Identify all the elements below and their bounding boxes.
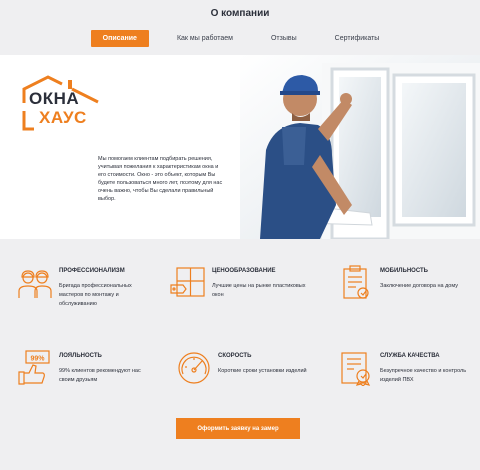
company-logo: ОКНА ХАУС — [18, 75, 102, 133]
feature-title: СЛУЖБА КАЧЕСТВА — [380, 353, 440, 359]
hero-section: ОКНА ХАУС Мы помогаем клиентам подбирать… — [0, 55, 480, 239]
feature-loyalty: 99% ЛОЯЛЬНОСТЬ 99% клиентов рекомендуют … — [17, 350, 167, 410]
tab-bar: Описание Как мы работаем Отзывы Сертифик… — [0, 30, 480, 47]
loyalty-badge: 99% — [30, 356, 45, 363]
tab-how-we-work[interactable]: Как мы работаем — [167, 31, 243, 46]
tab-description[interactable]: Описание — [90, 30, 149, 47]
feature-title: ЦЕНООБРАЗОВАНИЕ — [212, 268, 276, 274]
logo-line1: ОКНА — [29, 89, 80, 108]
feature-quality: СЛУЖБА КАЧЕСТВА Безупречное качество и к… — [338, 350, 480, 410]
speedometer-icon — [178, 352, 210, 384]
tab-certificates[interactable]: Сертификаты — [325, 31, 390, 46]
workers-icon — [18, 270, 52, 298]
feature-description: Безупречное качество и контроль изделий … — [380, 368, 467, 383]
feature-professionalism: ПРОФЕССИОНАЛИЗМ Бригада профессиональных… — [17, 265, 167, 325]
feature-description: Лучшие цены на рынке пластиковых окон — [212, 283, 306, 298]
feature-pricing: ЦЕНООБРАЗОВАНИЕ Лучшие цены на рынке пла… — [170, 265, 320, 325]
feature-title: МОБИЛЬНОСТЬ — [380, 268, 428, 274]
window-installer-photo — [240, 55, 480, 239]
contract-icon — [343, 265, 369, 299]
loyalty-icon: 99% — [18, 350, 50, 385]
about-text: Мы помогаем клиентам подбирать решения, … — [98, 156, 223, 202]
window-price-icon — [170, 267, 205, 297]
hero-photo — [240, 55, 480, 239]
feature-description: 99% клиентов рекомендуют нас своим друзь… — [59, 368, 141, 383]
feature-title: ПРОФЕССИОНАЛИЗМ — [59, 268, 125, 274]
feature-mobility: МОБИЛЬНОСТЬ Заключение договора на дому — [338, 265, 480, 325]
feature-speed: СКОРОСТЬ Короткие сроки установки издели… — [176, 350, 326, 410]
features-grid: ПРОФЕССИОНАЛИЗМ Бригада профессиональных… — [0, 262, 480, 412]
feature-description: Короткие сроки установки изделий — [218, 368, 307, 374]
feature-title: ЛОЯЛЬНОСТЬ — [59, 353, 102, 359]
hero-text-panel: ОКНА ХАУС Мы помогаем клиентам подбирать… — [0, 55, 240, 239]
feature-description: Заключение договора на дому — [380, 283, 458, 289]
page-title: О компании — [210, 8, 270, 19]
feature-title: СКОРОСТЬ — [218, 353, 252, 359]
quality-icon — [341, 352, 371, 386]
tab-reviews[interactable]: Отзывы — [261, 31, 307, 46]
feature-description: Бригада профессиональных мастеров по мон… — [59, 283, 132, 307]
order-measurement-button[interactable]: Оформить заявку на замер — [176, 418, 300, 439]
logo-line2: ХАУС — [39, 108, 87, 127]
